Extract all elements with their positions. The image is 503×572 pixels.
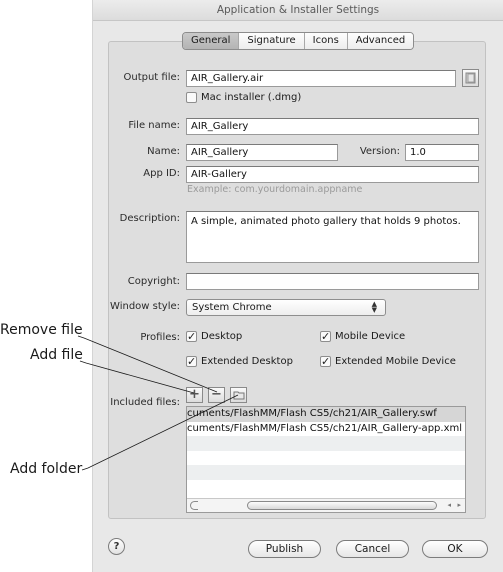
profiles-label: Profiles: bbox=[140, 332, 180, 343]
add-folder-callout: Add folder bbox=[10, 461, 83, 477]
profile-extended-mobile-device-checkbox[interactable]: ✓ Extended Mobile Device bbox=[320, 356, 456, 367]
app-id-field[interactable]: AIR-Gallery bbox=[186, 166, 479, 183]
tab-icons[interactable]: Icons bbox=[303, 33, 347, 49]
output-file-field[interactable]: AIR_Gallery.air bbox=[186, 70, 456, 87]
file-name-label: File name: bbox=[128, 120, 180, 131]
scroll-track-cap bbox=[190, 501, 198, 510]
window-style-value: System Chrome bbox=[192, 302, 272, 313]
copyright-field[interactable] bbox=[186, 273, 479, 290]
version-label: Version: bbox=[359, 146, 400, 157]
check-icon: ✓ bbox=[320, 355, 331, 368]
scroll-right-icon[interactable]: ▸ bbox=[457, 499, 461, 512]
copyright-label: Copyright: bbox=[127, 276, 180, 287]
check-icon: ✓ bbox=[320, 330, 331, 343]
name-label: Name: bbox=[147, 146, 180, 157]
stepper-arrows-icon: ▲ ▼ bbox=[371, 300, 377, 314]
name-field[interactable]: AIR_Gallery bbox=[186, 144, 338, 161]
minus-icon: − bbox=[211, 387, 222, 402]
add-file-callout: Add file bbox=[30, 347, 83, 363]
window-style-label: Window style: bbox=[110, 301, 180, 312]
empty-row bbox=[187, 451, 465, 466]
add-file-button[interactable]: + bbox=[186, 387, 203, 403]
mac-installer-checkbox[interactable]: Mac installer (.dmg) bbox=[186, 92, 301, 103]
plus-icon: + bbox=[189, 387, 200, 402]
included-files-label: Included files: bbox=[110, 397, 180, 408]
app-id-hint: Example: com.yourdomain.appname bbox=[187, 184, 363, 195]
check-icon: ✓ bbox=[186, 355, 197, 368]
help-icon: ? bbox=[113, 541, 120, 552]
description-label: Description: bbox=[119, 213, 180, 224]
included-files-list[interactable]: cuments/FlashMM/Flash CS5/ch21/AIR_Galle… bbox=[186, 406, 466, 513]
profile-mobile-device-checkbox[interactable]: ✓ Mobile Device bbox=[320, 331, 405, 342]
folder-icon bbox=[465, 72, 476, 84]
tab-bar: General Signature Icons Advanced bbox=[182, 32, 415, 50]
horizontal-scrollbar[interactable]: ◂ ▸ bbox=[187, 498, 465, 512]
dialog-title: Application & Installer Settings bbox=[93, 0, 503, 21]
scroll-left-icon[interactable]: ◂ bbox=[447, 499, 451, 512]
app-id-label: App ID: bbox=[143, 168, 180, 179]
profile-extended-desktop-checkbox[interactable]: ✓ Extended Desktop bbox=[186, 356, 293, 367]
window-style-select[interactable]: System Chrome ▲ ▼ bbox=[186, 299, 386, 316]
tab-general[interactable]: General bbox=[183, 33, 239, 49]
checkbox-box bbox=[186, 92, 197, 103]
cancel-button[interactable]: Cancel bbox=[336, 540, 409, 558]
empty-row bbox=[187, 436, 465, 451]
mac-installer-label: Mac installer (.dmg) bbox=[201, 92, 302, 103]
add-folder-button[interactable] bbox=[230, 387, 247, 403]
help-button[interactable]: ? bbox=[108, 538, 125, 555]
remove-file-callout: Remove file bbox=[0, 322, 83, 338]
browse-output-button[interactable] bbox=[462, 69, 479, 87]
tab-advanced[interactable]: Advanced bbox=[346, 33, 414, 49]
description-field[interactable]: A simple, animated photo gallery that ho… bbox=[186, 211, 479, 263]
folder-icon bbox=[233, 391, 244, 400]
ok-button[interactable]: OK bbox=[422, 540, 488, 558]
file-row[interactable]: cuments/FlashMM/Flash CS5/ch21/AIR_Galle… bbox=[187, 422, 465, 437]
scroll-thumb[interactable] bbox=[247, 501, 437, 510]
tab-signature[interactable]: Signature bbox=[238, 33, 304, 49]
output-file-label: Output file: bbox=[123, 72, 180, 83]
profile-desktop-checkbox[interactable]: ✓ Desktop bbox=[186, 331, 242, 342]
empty-row bbox=[187, 480, 465, 495]
check-icon: ✓ bbox=[186, 330, 197, 343]
publish-button[interactable]: Publish bbox=[248, 540, 321, 558]
version-field[interactable]: 1.0 bbox=[405, 144, 479, 161]
file-row[interactable]: cuments/FlashMM/Flash CS5/ch21/AIR_Galle… bbox=[187, 407, 465, 422]
empty-row bbox=[187, 465, 465, 480]
file-name-field[interactable]: AIR_Gallery bbox=[186, 118, 479, 135]
remove-file-button[interactable]: − bbox=[208, 387, 225, 403]
